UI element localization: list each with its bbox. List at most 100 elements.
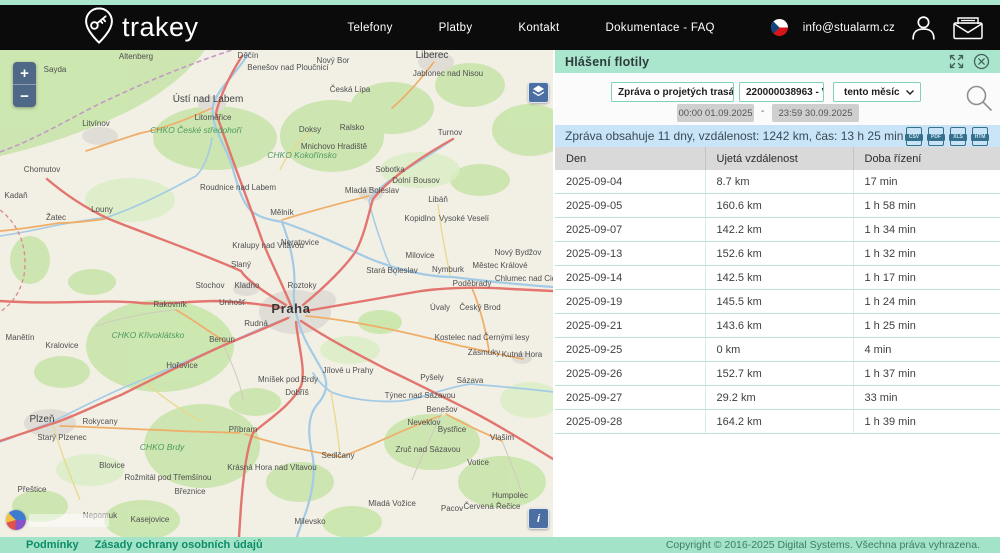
close-icon[interactable] — [973, 53, 990, 70]
mail-envelope-icon[interactable] — [952, 16, 984, 40]
export-htm-icon[interactable]: HTM — [972, 127, 988, 146]
table-cell: 4 min — [853, 338, 1000, 362]
table-cell: 1 h 37 min — [853, 362, 1000, 386]
table-cell: 33 min — [853, 386, 1000, 410]
map-label: Bystřice — [438, 425, 467, 434]
map-label: Kladno — [235, 281, 260, 290]
report-type-select[interactable]: Zpráva o projetých trasách — [611, 82, 734, 102]
table-cell: 2025-09-07 — [555, 218, 705, 242]
nav-links: Telefony Platby Kontakt Dokumentace - FAQ — [347, 22, 714, 34]
column-header: Den — [555, 147, 705, 170]
zoom-out-button[interactable]: − — [13, 85, 36, 107]
table-cell: 1 h 58 min — [853, 194, 1000, 218]
map-label: Hořovice — [166, 361, 198, 370]
map-provider-logo-icon[interactable] — [6, 510, 26, 530]
table-row: 2025-09-14142.5 km1 h 17 min — [555, 266, 1000, 290]
table-cell: 2025-09-25 — [555, 338, 705, 362]
map-label: Rokycany — [82, 417, 117, 426]
date-from-field[interactable]: 00:00 01.09.2025 — [677, 104, 754, 122]
map-label: Vysoké Veselí — [439, 214, 490, 223]
table-row: 2025-09-05160.6 km1 h 58 min — [555, 194, 1000, 218]
footer-link[interactable]: Podmínky — [26, 539, 79, 551]
table-row: 2025-09-250 km4 min — [555, 338, 1000, 362]
vehicle-select[interactable]: 220000038963 - V\ — [739, 82, 824, 102]
footer-link[interactable]: Zásady ochrany osobních údajů — [95, 539, 263, 551]
table-row: 2025-09-13152.6 km1 h 32 min — [555, 242, 1000, 266]
export-pdf-icon[interactable]: PDF — [928, 127, 944, 146]
map-zoom-control: + − — [13, 62, 36, 107]
map-label: Roztoky — [288, 281, 317, 290]
table-row: 2025-09-2729.2 km33 min — [555, 386, 1000, 410]
map-label: Slaný — [231, 260, 251, 269]
map-attribution-bar — [29, 514, 109, 527]
map-attribution — [6, 510, 109, 530]
export-buttons: CSV PDF XLS HTM — [906, 127, 988, 146]
table-cell: 143.6 km — [705, 314, 853, 338]
map-label: Doksy — [299, 125, 321, 134]
logo[interactable]: trakey — [84, 7, 199, 49]
user-account-icon[interactable] — [910, 14, 937, 41]
contact-email[interactable]: info@stualarm.cz — [803, 22, 895, 34]
map-label: Mělník — [270, 208, 295, 217]
nav-item-kontakt[interactable]: Kontakt — [518, 22, 559, 34]
map-label: CHKO Kokořínsko — [267, 150, 337, 160]
report-filters: Zpráva o projetých trasách 220000038963 … — [555, 73, 1000, 125]
footer: PodmínkyZásady ochrany osobních údajů Co… — [0, 537, 1000, 553]
table-cell: 2025-09-13 — [555, 242, 705, 266]
map-label: Libáň — [428, 195, 448, 204]
map-label: Benešov — [426, 405, 457, 414]
map-label: Louny — [91, 205, 113, 214]
table-cell: 142.5 km — [705, 266, 853, 290]
map-label: Dobříš — [285, 388, 309, 397]
map-label: Česká Lípa — [330, 85, 371, 94]
map-container[interactable]: AltenbergSaydaDěčínBenešov nad Ploučnicí… — [0, 50, 555, 537]
map-label: Děčín — [238, 51, 259, 60]
map-label: Mladá Boleslav — [345, 186, 399, 195]
table-cell: 2025-09-27 — [555, 386, 705, 410]
export-csv-icon[interactable]: CSV — [906, 127, 922, 146]
navbar: trakey Telefony Platby Kontakt Dokumentace … — [0, 5, 1000, 50]
table-row: 2025-09-048.7 km17 min — [555, 170, 1000, 194]
map-label: CHKO Brdy — [140, 442, 185, 452]
map-info-button[interactable]: i — [528, 508, 549, 529]
map-label: Sayda — [44, 65, 67, 74]
table-cell: 1 h 17 min — [853, 266, 1000, 290]
nav-item-telefony[interactable]: Telefony — [347, 22, 392, 34]
table-cell: 8.7 km — [705, 170, 853, 194]
table-cell: 2025-09-21 — [555, 314, 705, 338]
report-type-value: Zpráva o projetých trasách — [618, 87, 734, 98]
map-label: Úvaly — [430, 303, 450, 312]
period-select[interactable]: tento měsíc — [833, 82, 921, 102]
czech-flag-icon[interactable] — [771, 19, 788, 36]
map-label: Turnov — [438, 128, 463, 137]
map-canvas[interactable]: AltenbergSaydaDěčínBenešov nad Ploučnicí… — [0, 50, 553, 537]
expand-fullscreen-icon[interactable] — [949, 54, 964, 69]
table-cell: 152.6 km — [705, 242, 853, 266]
table-cell: 164.2 km — [705, 410, 853, 434]
map-label: Jílové u Prahy — [323, 366, 374, 375]
trakey-pin-key-icon — [84, 7, 114, 49]
export-xls-icon[interactable]: XLS — [950, 127, 966, 146]
table-cell: 2025-09-28 — [555, 410, 705, 434]
map-label: Krásná Hora nad Vltavou — [227, 463, 316, 472]
search-button[interactable] — [964, 83, 994, 118]
search-icon — [964, 83, 994, 113]
nav-item-dokumentace-faq[interactable]: Dokumentace - FAQ — [606, 22, 715, 34]
layers-icon — [532, 84, 545, 102]
map-label: Manětín — [6, 333, 35, 342]
map-label: Litvínov — [82, 119, 110, 128]
navbar-right: info@stualarm.cz — [771, 14, 984, 41]
table-cell: 2025-09-14 — [555, 266, 705, 290]
date-to-field[interactable]: 23:59 30.09.2025 — [772, 104, 859, 122]
map-label: Příbram — [229, 425, 258, 434]
map-label: Žatec — [46, 213, 66, 222]
map-label: CHKO Křivoklátsko — [112, 330, 185, 340]
map-label: Březnice — [174, 487, 206, 496]
map-layers-button[interactable] — [528, 82, 549, 103]
map-label: Neratovice — [281, 238, 320, 247]
zoom-in-button[interactable]: + — [13, 62, 36, 85]
table-cell: 2025-09-05 — [555, 194, 705, 218]
nav-item-platby[interactable]: Platby — [439, 22, 473, 34]
map-label: Kralovice — [46, 341, 79, 350]
table-cell: 2025-09-19 — [555, 290, 705, 314]
